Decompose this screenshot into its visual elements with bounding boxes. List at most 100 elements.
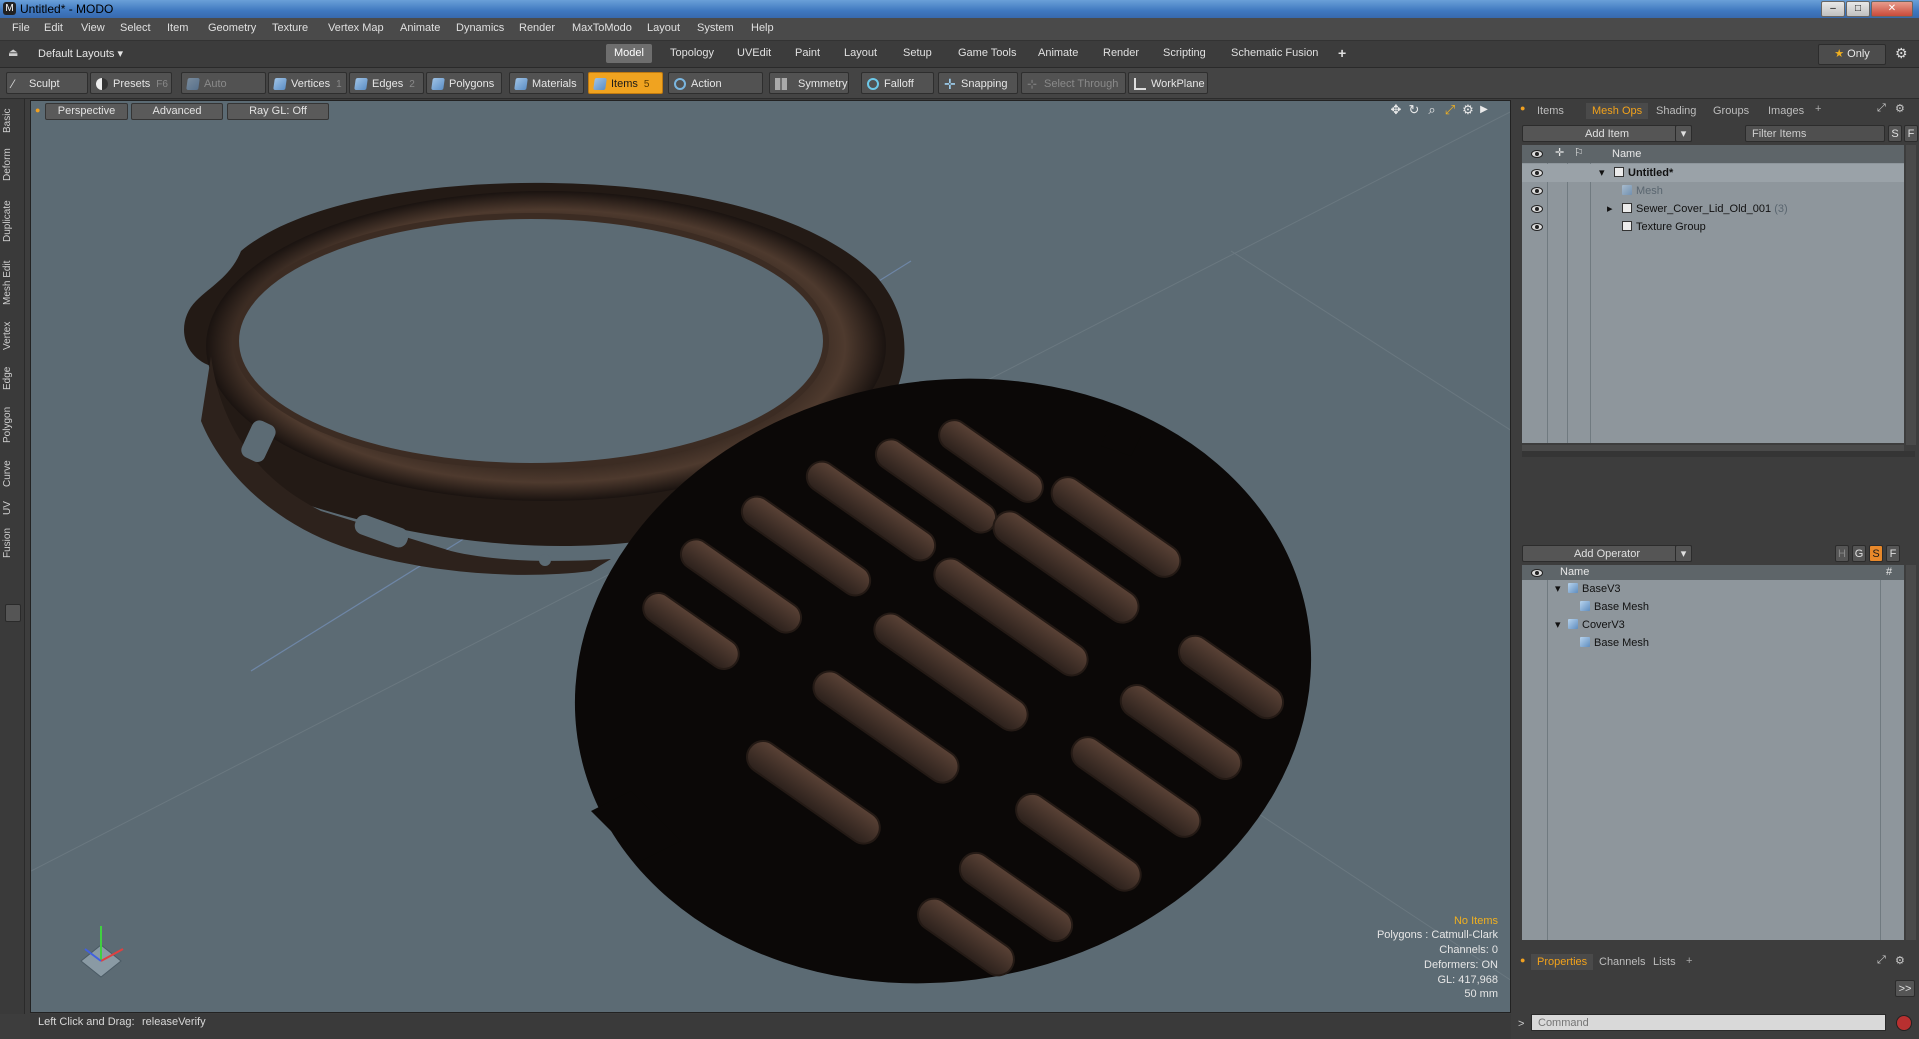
3d-viewport[interactable]: ● Perspective Advanced Ray GL: Off ✥ ↻ ⌕… — [30, 100, 1511, 1013]
add-panel-tab-icon[interactable]: + — [1815, 103, 1821, 115]
raygl-dropdown[interactable]: Ray GL: Off — [227, 103, 329, 120]
vtab-curve[interactable]: Curve — [2, 455, 22, 493]
falloff-button[interactable]: Falloff — [861, 72, 934, 94]
tab-items[interactable]: Items — [1531, 103, 1570, 119]
items-list[interactable]: ✛ ⚐ Name ▾ Untitled* Mesh ▸ Sewer_Cover_… — [1522, 145, 1904, 443]
visibility-eye-icon[interactable] — [1531, 205, 1543, 213]
op-row-coverv3[interactable]: ▾ CoverV3 — [1522, 616, 1904, 634]
add-item-dropdown[interactable]: ▾ — [1675, 125, 1692, 142]
zoom-icon[interactable]: ⌕ — [1425, 103, 1439, 117]
menu-texture[interactable]: Texture — [272, 22, 308, 34]
filter-items-input[interactable]: Filter Items — [1745, 125, 1885, 142]
tab-setup[interactable]: Setup — [895, 44, 940, 63]
tree-row-untitled[interactable]: ▾ Untitled* — [1522, 164, 1904, 182]
menu-dynamics[interactable]: Dynamics — [456, 22, 504, 34]
menu-help[interactable]: Help — [751, 22, 774, 34]
tab-paint[interactable]: Paint — [787, 44, 828, 63]
workplane-button[interactable]: WorkPlane — [1128, 72, 1208, 94]
panel-menu-dot[interactable]: ● — [1520, 103, 1525, 113]
vertices-button[interactable]: Vertices 1 — [268, 72, 347, 94]
shading-dropdown[interactable]: Advanced — [131, 103, 223, 120]
materials-button[interactable]: Materials — [509, 72, 584, 94]
layout-toggle-icon[interactable]: ⏏ — [8, 46, 18, 59]
tab-scripting[interactable]: Scripting — [1155, 44, 1214, 63]
ops-s-button[interactable]: S — [1869, 545, 1883, 562]
tab-groups[interactable]: Groups — [1707, 103, 1755, 119]
vtab-duplicate[interactable]: Duplicate — [2, 193, 22, 249]
vtab-edge[interactable]: Edge — [2, 361, 22, 395]
pan-icon[interactable]: ✥ — [1389, 103, 1403, 117]
panel-settings-icon[interactable]: ⚙ — [1895, 954, 1905, 967]
visibility-eye-icon[interactable] — [1531, 223, 1543, 231]
tab-images[interactable]: Images — [1762, 103, 1810, 119]
maximize-button[interactable]: □ — [1846, 1, 1870, 17]
expand-arrow-icon[interactable]: ▾ — [1599, 164, 1605, 182]
auto-select-button[interactable]: Auto Select — [181, 72, 266, 112]
presets-button[interactable]: Presets F6 — [90, 72, 172, 94]
add-panel-tab-icon[interactable]: + — [1686, 955, 1692, 967]
vtab-basic[interactable]: Basic — [2, 103, 22, 139]
command-input[interactable] — [1531, 1014, 1886, 1031]
only-toggle[interactable]: ★ Only — [1818, 44, 1886, 65]
action-center-button[interactable]: Action Center — [668, 72, 763, 112]
record-icon[interactable] — [1896, 1015, 1912, 1031]
tree-row-texture-group[interactable]: Texture Group — [1522, 218, 1904, 236]
menu-layout[interactable]: Layout — [647, 22, 680, 34]
menu-animate[interactable]: Animate — [400, 22, 440, 34]
add-tab-button[interactable]: + — [1330, 44, 1354, 63]
ops-h-button[interactable]: H — [1835, 545, 1849, 562]
vtab-fusion[interactable]: Fusion — [2, 523, 22, 563]
vtab-uv[interactable]: UV — [2, 497, 22, 519]
rotate-icon[interactable]: ↻ — [1407, 103, 1421, 117]
panel-menu-dot[interactable]: ● — [1520, 955, 1525, 965]
polygons-button[interactable]: Polygons — [426, 72, 502, 94]
tab-model[interactable]: Model — [606, 44, 652, 63]
fit-view-icon[interactable]: ⤢ — [1443, 103, 1457, 117]
menu-vertex-map[interactable]: Vertex Map — [328, 22, 384, 34]
menu-view[interactable]: View — [81, 22, 105, 34]
minimize-button[interactable]: – — [1821, 1, 1845, 17]
add-operator-dropdown[interactable]: ▾ — [1675, 545, 1692, 562]
expand-properties-button[interactable]: >> — [1895, 980, 1915, 997]
menu-maxtomodo[interactable]: MaxToModo — [572, 22, 632, 34]
tab-game-tools[interactable]: Game Tools — [950, 44, 1025, 63]
ops-f-button[interactable]: F — [1886, 545, 1900, 562]
menu-select[interactable]: Select — [120, 22, 151, 34]
snapping-button[interactable]: ✛ Snapping — [938, 72, 1018, 94]
expand-panel-icon[interactable]: ⤢ — [1877, 102, 1886, 115]
tab-strip-toggle[interactable] — [5, 604, 21, 622]
filter-s-button[interactable]: S — [1888, 125, 1902, 142]
menu-system[interactable]: System — [697, 22, 734, 34]
tab-properties[interactable]: Properties — [1531, 954, 1594, 970]
add-item-button[interactable]: Add Item — [1522, 125, 1692, 142]
vtab-polygon[interactable]: Polygon — [2, 401, 22, 449]
tab-uvedit[interactable]: UVEdit — [729, 44, 779, 63]
select-through-button[interactable]: ⊹ Select Through — [1021, 72, 1126, 94]
viewport-menu-dot[interactable]: ● — [35, 105, 40, 115]
ops-g-button[interactable]: G — [1852, 545, 1866, 562]
panel-splitter[interactable] — [1522, 451, 1915, 457]
tree-row-sewer-cover[interactable]: ▸ Sewer_Cover_Lid_Old_001 (3) — [1522, 200, 1904, 218]
visibility-eye-icon[interactable] — [1531, 187, 1543, 195]
visibility-eye-icon[interactable] — [1531, 169, 1543, 177]
add-operator-button[interactable]: Add Operator — [1522, 545, 1692, 562]
mesh-ops-list[interactable]: Name # ▾ BaseV3 Base Mesh ▾ CoverV3 Base… — [1522, 565, 1904, 940]
tab-mesh-ops[interactable]: Mesh Ops — [1586, 103, 1649, 119]
edges-button[interactable]: Edges 2 — [349, 72, 424, 94]
sculpt-button[interactable]: ⁄ Sculpt — [6, 72, 88, 94]
vtab-deform[interactable]: Deform — [2, 143, 22, 187]
tab-layout[interactable]: Layout — [836, 44, 885, 63]
items-scrollbar[interactable] — [1906, 145, 1916, 445]
tab-lists[interactable]: Lists — [1647, 954, 1682, 970]
view-mode-dropdown[interactable]: Perspective — [45, 103, 128, 120]
tab-schematic-fusion[interactable]: Schematic Fusion — [1223, 44, 1326, 63]
vtab-mesh-edit[interactable]: Mesh Edit — [2, 255, 22, 311]
menu-item[interactable]: Item — [167, 22, 188, 34]
panel-settings-icon[interactable]: ⚙ — [1895, 102, 1905, 115]
viewport-settings-icon[interactable]: ⚙ — [1461, 103, 1475, 117]
op-row-base-mesh-2[interactable]: Base Mesh — [1522, 634, 1904, 652]
mesh-ops-scrollbar[interactable] — [1906, 565, 1916, 940]
close-button[interactable]: ✕ — [1871, 1, 1913, 17]
expand-arrow-icon[interactable]: ▾ — [1555, 616, 1561, 634]
expand-arrow-icon[interactable]: ▸ — [1607, 200, 1613, 218]
